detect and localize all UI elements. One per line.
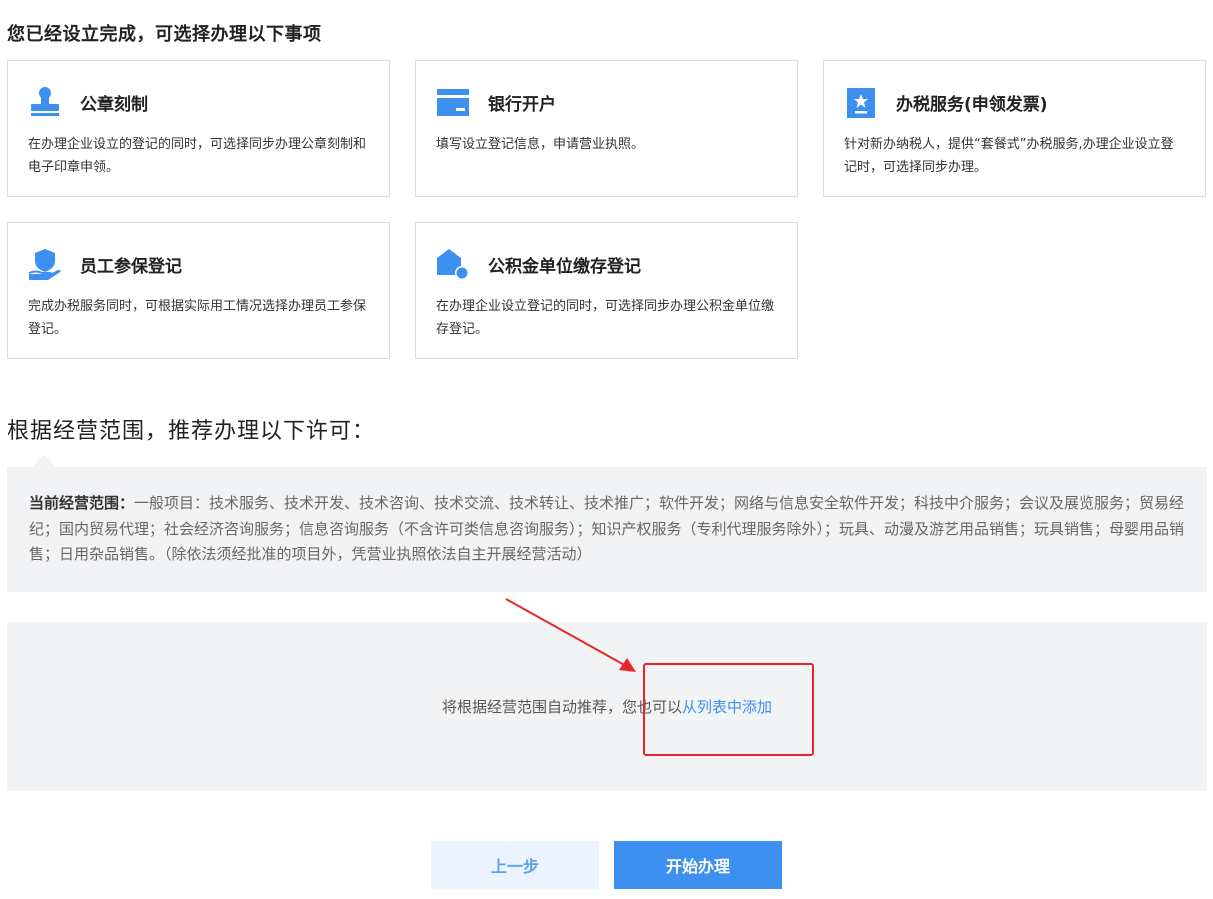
- annotation-highlight-box: [643, 663, 814, 756]
- stamp-icon: [28, 85, 62, 119]
- card-title: 公积金单位缴存登记: [488, 256, 641, 277]
- card-title: 公章刻制: [80, 94, 148, 115]
- card-description: 在办理企业设立登记的同时，可选择同步办理公积金单位缴存登记。: [436, 299, 775, 337]
- card-housing-fund[interactable]: 公积金单位缴存登记 在办理企业设立登记的同时，可选择同步办理公积金单位缴存登记。: [415, 222, 798, 359]
- annotation-arrow-icon: [505, 598, 636, 672]
- card-seal-engraving[interactable]: 公章刻制 在办理企业设立的登记的同时，可选择同步办理公章刻制和电子印章申领。: [7, 60, 390, 197]
- card-header: 银行开户: [436, 85, 556, 119]
- card-description: 完成办税服务同时，可根据实际用工情况选择办理员工参保登记。: [28, 299, 367, 337]
- recommend-message: 将根据经营范围自动推荐，您也可以从列表中添加: [7, 696, 1207, 717]
- card-employee-insurance[interactable]: 员工参保登记 完成办税服务同时，可根据实际用工情况选择办理员工参保登记。: [7, 222, 390, 359]
- card-description: 填写设立登记信息，申请营业执照。: [436, 137, 645, 152]
- scope-text: 一般项目：技术服务、技术开发、技术咨询、技术交流、技术转让、技术推广；软件开发；…: [29, 494, 1185, 563]
- section-title-permits: 根据经营范围，推荐办理以下许可：: [7, 419, 376, 444]
- card-title: 银行开户: [488, 94, 556, 115]
- card-title: 办税服务(申领发票): [896, 94, 1048, 115]
- card-description: 在办理企业设立的登记的同时，可选择同步办理公章刻制和电子印章申领。: [28, 137, 367, 175]
- business-scope-panel: 当前经营范围：一般项目：技术服务、技术开发、技术咨询、技术交流、技术转让、技术推…: [7, 467, 1207, 592]
- card-header: 公积金单位缴存登记: [436, 247, 641, 281]
- scope-pointer: [32, 455, 56, 467]
- card-header: 员工参保登记: [28, 247, 182, 281]
- card-description: 针对新办纳税人，提供“套餐式”办税服务,办理企业设立登记时，可选择同步办理。: [844, 137, 1174, 175]
- card-header: 办税服务(申领发票): [844, 85, 1048, 119]
- previous-step-button[interactable]: 上一步: [431, 841, 599, 889]
- scope-label: 当前经营范围：: [29, 494, 135, 512]
- card-bank-account[interactable]: 银行开户 填写设立登记信息，申请营业执照。: [415, 60, 798, 197]
- insurance-shield-icon: [28, 247, 62, 281]
- card-tax-service[interactable]: 办税服务(申领发票) 针对新办纳税人，提供“套餐式”办税服务,办理企业设立登记时…: [823, 60, 1206, 197]
- bank-card-icon: [436, 85, 470, 119]
- card-title: 员工参保登记: [80, 256, 182, 277]
- section-title-completed: 您已经设立完成，可选择办理以下事项: [7, 24, 322, 45]
- housing-fund-icon: [436, 247, 470, 281]
- tax-invoice-icon: [844, 85, 878, 119]
- start-processing-button[interactable]: 开始办理: [614, 841, 782, 889]
- card-header: 公章刻制: [28, 85, 148, 119]
